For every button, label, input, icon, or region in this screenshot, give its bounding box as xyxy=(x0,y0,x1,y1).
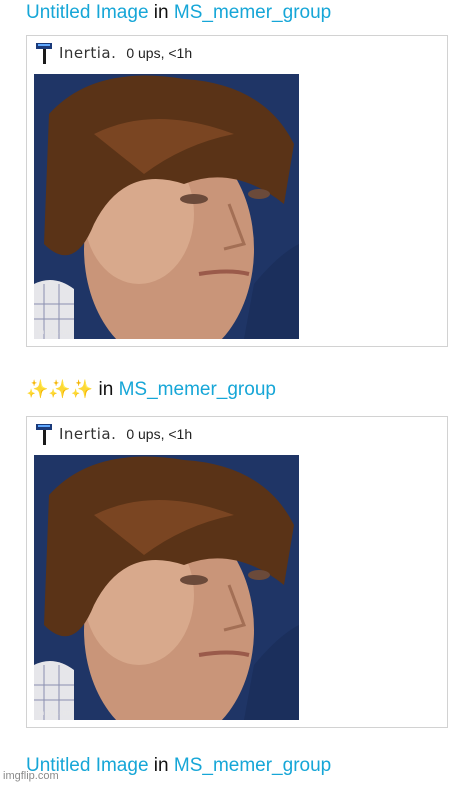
post-title-row: ✨✨✨ in MS_memer_group xyxy=(26,378,276,401)
post-title-separator: in xyxy=(153,755,169,776)
post-meta: 0 ups, <1h xyxy=(126,426,193,442)
post-card-header: Inertia. 0 ups, <1h xyxy=(35,40,192,66)
post-author[interactable]: Inertia. xyxy=(59,44,116,62)
stream-link[interactable]: MS_memer_group xyxy=(119,379,276,400)
post-title-link[interactable]: ✨✨✨ xyxy=(26,379,93,399)
hammer-avatar-icon[interactable] xyxy=(35,41,53,65)
post-title-separator: in xyxy=(153,2,169,23)
hammer-avatar-icon[interactable] xyxy=(35,422,53,446)
post-title-row: Untitled Image in MS_memer_group xyxy=(26,2,331,24)
post-title-row: Untitled Image in MS_memer_group xyxy=(26,755,331,777)
footer-watermark: imgflip.com xyxy=(3,770,59,782)
image-watermark: imgflip.com xyxy=(37,710,73,717)
post-title-link[interactable]: Untitled Image xyxy=(26,2,149,23)
image-watermark: imgflip.com xyxy=(37,329,73,336)
post-card-header: Inertia. 0 ups, <1h xyxy=(35,421,192,447)
meme-image[interactable]: imgflip.com xyxy=(34,455,299,720)
post-author[interactable]: Inertia. xyxy=(59,425,116,443)
stream-link[interactable]: MS_memer_group xyxy=(174,2,331,23)
post-card: Inertia. 0 ups, <1h imgflip.com xyxy=(26,35,448,347)
post-card: Inertia. 0 ups, <1h imgflip.com xyxy=(26,416,448,728)
meme-image[interactable]: imgflip.com xyxy=(34,74,299,339)
post-title-separator: in xyxy=(98,379,114,400)
post-meta: 0 ups, <1h xyxy=(126,45,193,61)
stream-link[interactable]: MS_memer_group xyxy=(174,755,331,776)
